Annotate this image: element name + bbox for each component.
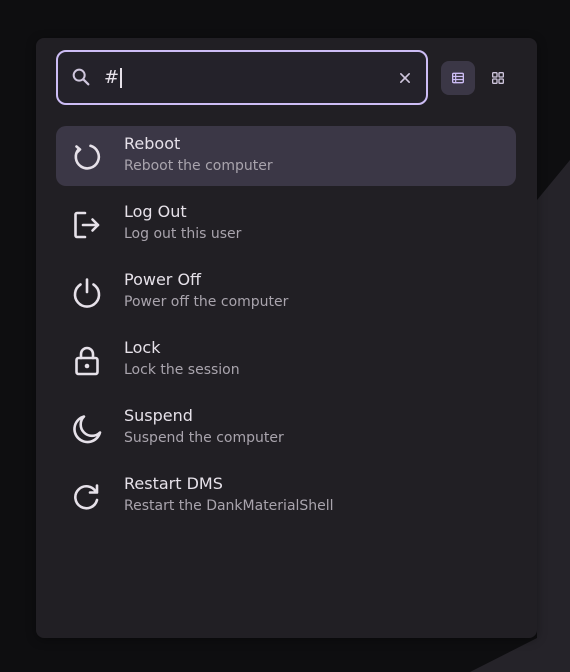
item-description: Restart the DankMaterialShell	[124, 498, 334, 514]
close-icon[interactable]	[395, 68, 415, 88]
item-title: Lock	[124, 338, 161, 357]
moon-icon	[73, 415, 102, 444]
reboot-icon	[74, 144, 101, 170]
launcher-panel: # Reboot Reboot the computer Log Out Log…	[36, 38, 537, 638]
search-input[interactable]: #	[104, 52, 384, 103]
grid-icon	[492, 72, 504, 84]
item-title: Reboot	[124, 134, 181, 153]
list-item-suspend[interactable]: Suspend Suspend the computer	[56, 398, 516, 458]
item-description: Lock the session	[124, 362, 240, 378]
list-item-restart-dms[interactable]: Restart DMS Restart the DankMaterialShel…	[56, 466, 516, 526]
lock-icon	[75, 346, 99, 376]
list-icon	[452, 72, 464, 84]
power-icon	[73, 278, 101, 308]
item-description: Reboot the computer	[124, 158, 273, 174]
item-description: Suspend the computer	[124, 430, 284, 446]
item-description: Power off the computer	[124, 294, 289, 310]
list-item-log-out[interactable]: Log Out Log out this user	[56, 194, 516, 254]
item-title: Restart DMS	[124, 474, 223, 493]
item-title: Suspend	[124, 406, 193, 425]
item-description: Log out this user	[124, 226, 242, 242]
item-title: Log Out	[124, 202, 187, 221]
list-view-button[interactable]	[441, 61, 475, 95]
grid-view-button[interactable]	[481, 61, 515, 95]
list-item-reboot[interactable]: Reboot Reboot the computer	[56, 126, 516, 186]
list-item-power-off[interactable]: Power Off Power off the computer	[56, 262, 516, 322]
item-title: Power Off	[124, 270, 202, 289]
text-caret	[120, 67, 122, 88]
logout-icon	[74, 211, 100, 239]
restart-icon	[74, 484, 99, 510]
list-item-lock[interactable]: Lock Lock the session	[56, 330, 516, 390]
search-box[interactable]: #	[56, 50, 428, 105]
search-icon	[72, 68, 90, 86]
search-input-value: #	[104, 67, 120, 88]
